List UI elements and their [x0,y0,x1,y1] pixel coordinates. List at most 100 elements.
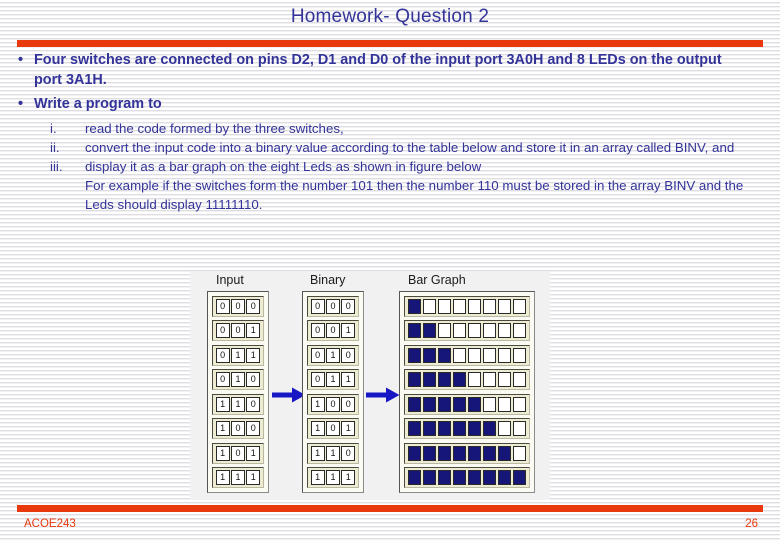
led-bar-row [404,320,530,342]
bullet-text-1: Four switches are connected on pins D2, … [34,52,722,88]
input-digit-cell: 0 [246,421,261,437]
led-on [408,347,421,363]
binary-digit-cell: 1 [325,347,340,363]
sub-list-marker: ii. [50,139,60,155]
binary-code-row: 011 [307,369,359,391]
figure-headers: Input Binary Bar Graph [190,271,550,291]
binary-code-row: 111 [307,466,359,488]
input-digit-cell: 1 [246,469,261,485]
led-on [438,469,451,485]
input-code-row: 000 [212,296,264,317]
led-on [423,323,436,339]
binary-digit-cell: 1 [310,421,325,437]
led-off [483,372,496,388]
footer-page-number: 26 [745,518,758,530]
input-digit-cell: 1 [215,445,230,461]
led-on [423,372,436,388]
binary-digit-cell: 1 [325,445,340,461]
led-off [483,299,496,314]
title-divider [17,40,763,47]
input-digit-cell: 1 [246,347,261,363]
bullet-dot-icon: • [18,52,24,68]
binary-code-row: 000 [307,296,359,317]
led-bar-row [404,393,530,415]
bar-graph-column [399,291,535,493]
binary-digit-cell: 0 [310,299,325,314]
input-code-row: 010 [212,369,264,391]
led-on [408,421,421,437]
bullet-item-2: • Write a program to [0,95,780,115]
input-digit-cell: 0 [246,299,261,314]
figure-header-input: Input [216,273,244,287]
led-off [468,299,481,314]
bullet-item-1: • Four switches are connected on pins D2… [0,51,780,90]
binary-digit-cell: 1 [341,469,356,485]
binary-digit-cell: 0 [325,421,340,437]
input-digit-cell: 1 [230,347,245,363]
sub-list-item: i. read the code formed by the three swi… [0,119,780,138]
led-off [498,372,511,388]
roman-sub-list: i. read the code formed by the three swi… [0,119,780,176]
led-off [513,323,526,339]
led-off [483,347,496,363]
led-off [498,396,511,412]
binary-digit-cell: 0 [310,323,325,339]
led-off [483,323,496,339]
input-digit-cell: 1 [215,469,230,485]
input-digit-cell: 1 [246,445,261,461]
led-on [423,396,436,412]
input-digit-cell: 1 [215,396,230,412]
led-bar-row [404,418,530,440]
led-on [468,445,481,461]
input-code-row: 011 [212,344,264,366]
input-code-row: 111 [212,466,264,488]
led-off [438,323,451,339]
slide: Homework- Question 2 • Four switches are… [0,0,780,540]
led-on [468,469,481,485]
input-digit-cell: 0 [215,299,230,314]
binary-digit-cell: 0 [325,396,340,412]
binary-digit-cell: 1 [341,421,356,437]
binary-digit-cell: 0 [310,372,325,388]
led-bar-row [404,442,530,464]
led-on [453,421,466,437]
binary-digit-cell: 0 [310,347,325,363]
binary-code-row: 001 [307,320,359,342]
figure-header-binary: Binary [310,273,346,287]
led-on [498,469,511,485]
led-bar-row [404,344,530,366]
led-bar-row [404,369,530,391]
input-digit-cell: 0 [230,323,245,339]
input-digit-cell: 1 [230,372,245,388]
binary-digit-cell: 0 [341,299,356,314]
footer-course-code: ACOE243 [24,518,76,530]
led-on [438,347,451,363]
led-on [408,323,421,339]
led-on [408,299,421,314]
led-off [453,323,466,339]
led-on [408,372,421,388]
binary-digit-cell: 0 [325,299,340,314]
binary-digit-cell: 0 [325,323,340,339]
led-on [453,469,466,485]
binary-digit-cell: 0 [341,445,356,461]
slide-body: • Four switches are connected on pins D2… [0,51,780,214]
led-off [513,347,526,363]
input-code-row: 110 [212,393,264,415]
bullet-dot-icon: • [18,96,24,112]
footer-divider [17,505,763,512]
led-off [513,445,526,461]
arrow-right-icon [272,387,306,403]
led-on [438,421,451,437]
led-on [408,469,421,485]
example-note: For example if the switches form the num… [85,177,744,212]
input-code-row: 100 [212,418,264,440]
led-off [453,347,466,363]
led-on [498,445,511,461]
led-on [453,372,466,388]
input-digit-cell: 1 [246,323,261,339]
input-digit-cell: 0 [215,372,230,388]
led-on [423,445,436,461]
led-off [453,299,466,314]
sub-list-text: convert the input code into a binary val… [85,139,735,155]
